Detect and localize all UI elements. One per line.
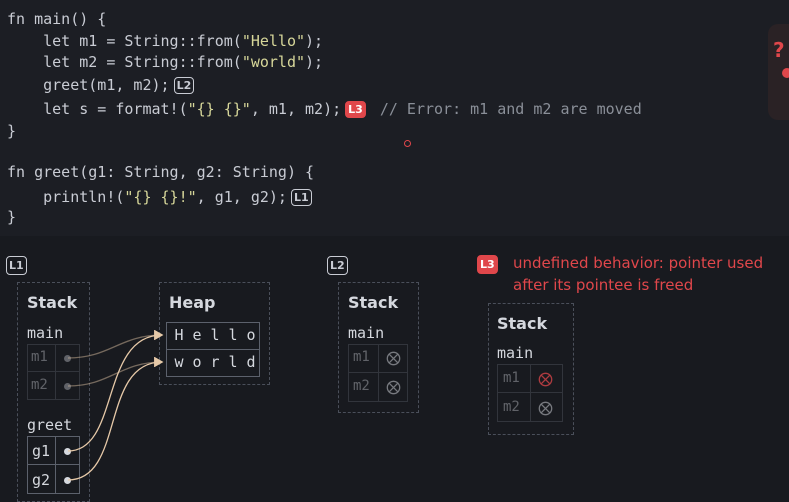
ub-message-line-2: after its pointee is freed <box>513 276 694 294</box>
null-pointer-icon <box>386 380 401 395</box>
l3-var-name-m1: m1 <box>503 370 520 386</box>
string-literal: "Hello" <box>241 32 306 50</box>
ub-message-line-1: undefined behavior: pointer used <box>513 254 764 272</box>
l2-var-name-m2: m2 <box>353 378 370 394</box>
arrow-m1 <box>67 329 164 359</box>
arrow-g1 <box>67 329 164 452</box>
code-line-1: fn main() { <box>7 10 107 28</box>
dangling-pointer-icon <box>538 372 553 387</box>
code-editor: fn main() { let m1 = String::from("Hello… <box>0 0 789 236</box>
l2-main-frame-label: main <box>348 324 385 342</box>
null-pointer-icon <box>386 351 401 366</box>
code-text: println!( <box>7 188 125 206</box>
code-text: ); <box>305 32 324 50</box>
string-literal: "{} {}!" <box>124 188 197 206</box>
cell-divider <box>378 344 379 402</box>
cursor-indicator <box>404 140 411 147</box>
code-text: let m1 = String::from( <box>7 32 242 50</box>
step-label-l2: L2 <box>327 256 348 275</box>
marker-l1[interactable]: L1 <box>290 189 312 206</box>
marker-l3[interactable]: L3 <box>345 101 366 118</box>
help-dot-icon <box>782 68 789 78</box>
cell-divider <box>530 364 531 422</box>
marker-l2[interactable]: L2 <box>173 77 195 94</box>
code-line-9: println!("{} {}!", g1, g2); L1 <box>7 186 312 208</box>
code-text: , m1, m2); <box>250 100 342 118</box>
l3-var-name-m2: m2 <box>503 399 520 415</box>
code-line-5: let s = format!("{} {}", m1, m2); L3 // Er… <box>7 98 642 120</box>
pointer-arrows <box>67 329 164 481</box>
help-widget[interactable]: ? <box>768 24 789 120</box>
code-line-8: fn greet(g1: String, g2: String) { <box>7 163 315 181</box>
code-line-2: let m1 = String::from("Hello"); <box>7 30 323 52</box>
l2-var-name-m1: m1 <box>353 349 370 365</box>
code-line-4: greet(m1, m2); L2 <box>7 74 195 96</box>
memory-diagram: L1 Stack main m1 m2 greet g1 g2 Heap H e… <box>0 237 789 502</box>
l3-main-frame-label: main <box>497 344 534 362</box>
code-text: let s = format!( <box>7 100 188 118</box>
code-line-10: } <box>7 208 17 226</box>
error-comment: // Error: m1 and m2 are moved <box>379 100 642 118</box>
step-label-l3: L3 <box>477 255 498 274</box>
null-pointer-icon <box>538 401 553 416</box>
code-line-3: let m2 = String::from("world"); <box>7 51 323 73</box>
code-line-6: } <box>7 122 17 140</box>
code-text: , g1, g2); <box>196 188 287 206</box>
code-text: let m2 = String::from( <box>7 53 242 71</box>
arrow-g2 <box>67 356 164 481</box>
code-text: ); <box>305 53 324 71</box>
l2-stack-title: Stack <box>348 293 399 312</box>
string-literal: "world" <box>241 53 306 71</box>
help-icon: ? <box>773 38 785 62</box>
string-literal: "{} {}" <box>187 100 251 118</box>
l3-stack-title: Stack <box>497 314 548 333</box>
code-text: greet(m1, m2); <box>7 76 170 94</box>
